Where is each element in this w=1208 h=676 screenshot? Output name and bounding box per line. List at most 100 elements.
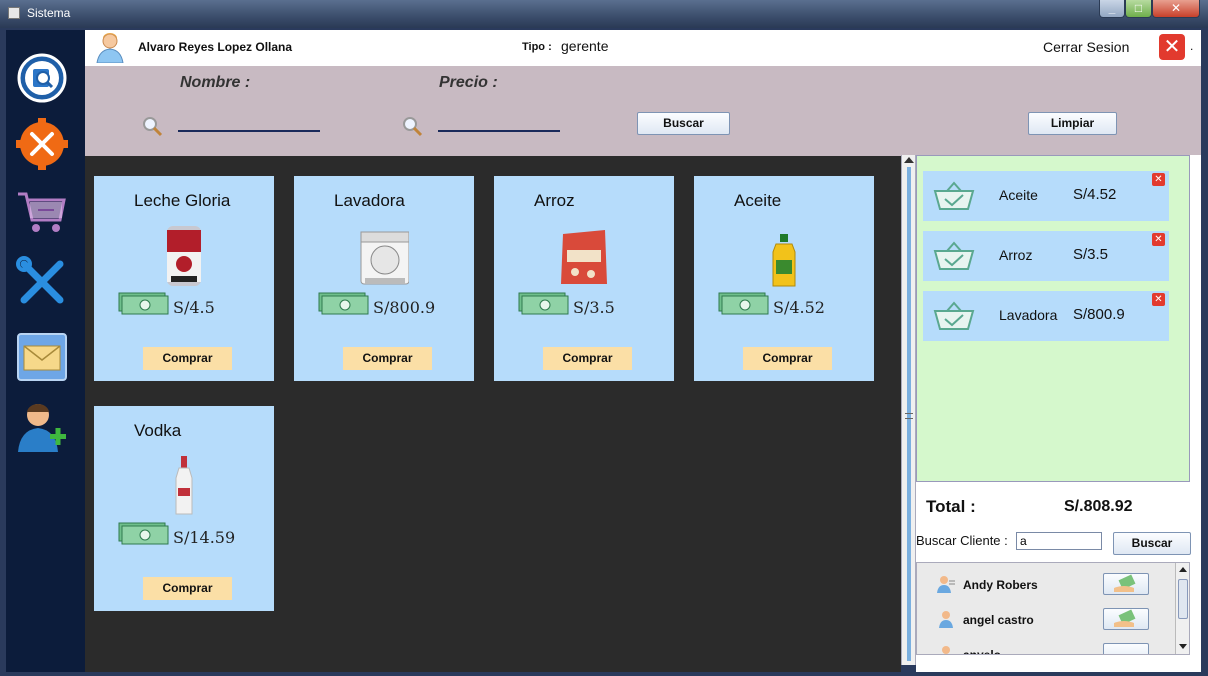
payment-hand-icon — [1114, 609, 1136, 627]
client-list: Andy Robers angel castro anyelo — [916, 562, 1190, 655]
product-price: S/4.5 — [173, 298, 215, 317]
trailing-dot: . — [1190, 39, 1194, 53]
left-nav — [6, 30, 85, 672]
product-name: Lavadora — [334, 191, 405, 210]
money-icon — [718, 292, 769, 315]
select-client-button[interactable] — [1103, 608, 1149, 630]
splitter-scrollbar[interactable] — [901, 155, 916, 665]
select-client-button[interactable] — [1103, 573, 1149, 595]
product-card: Arroz S/3.5 Comprar — [494, 176, 674, 381]
cart-item-name: Arroz — [999, 247, 1033, 263]
minimize-button[interactable]: _ — [1099, 0, 1125, 18]
buy-button[interactable]: Comprar — [143, 347, 232, 370]
money-icon — [118, 522, 169, 545]
user-type-value: gerente — [561, 38, 609, 54]
window-title: Sistema — [27, 6, 71, 20]
user-list-icon — [937, 576, 955, 593]
user-icon — [942, 646, 950, 654]
cart-list: Aceite S/4.52 ✕ Arroz S/3.5 ✕ Lavadora S… — [916, 155, 1190, 482]
name-filter-label: Nombre : — [180, 74, 251, 91]
client-list-scrollbar[interactable] — [1175, 563, 1189, 654]
client-row[interactable]: anyelo — [917, 639, 1175, 655]
cart-item-price: S/4.52 — [1073, 186, 1117, 203]
basket-icon — [933, 241, 975, 270]
user-name: Alvaro Reyes Lopez Ollana — [138, 40, 293, 54]
product-card: Vodka S/14.59 Comprar — [94, 406, 274, 611]
select-client-button[interactable] — [1103, 643, 1149, 654]
mail-envelope-icon[interactable] — [16, 332, 68, 384]
product-filter-bar: Nombre : Precio : Buscar Limpiar — [85, 66, 1201, 156]
product-card: Lavadora S/800.9 Comprar — [294, 176, 474, 381]
product-price: S/3.5 — [573, 298, 615, 317]
price-filter-input[interactable] — [438, 116, 560, 132]
clear-button[interactable]: Limpiar — [1028, 112, 1117, 135]
close-window-button[interactable]: ✕ — [1152, 0, 1200, 18]
scroll-thumb[interactable] — [1178, 579, 1188, 619]
cart-item: Aceite S/4.52 ✕ — [923, 171, 1169, 221]
money-icon — [318, 292, 369, 315]
search-icon — [143, 117, 163, 137]
client-name: angel castro — [963, 613, 1034, 627]
cart-panel: Aceite S/4.52 ✕ Arroz S/3.5 ✕ Lavadora S… — [916, 155, 1201, 672]
minimize-icon: _ — [1108, 1, 1116, 15]
splitter-grip-icon[interactable] — [905, 413, 913, 419]
product-name: Arroz — [534, 191, 575, 210]
cart-item: Arroz S/3.5 ✕ — [923, 231, 1169, 281]
search-document-icon[interactable] — [16, 52, 68, 104]
cart-item-name: Lavadora — [999, 307, 1058, 323]
name-filter-input[interactable] — [178, 116, 320, 132]
tools-settings-icon[interactable] — [16, 118, 68, 170]
scroll-up-arrow-icon[interactable] — [1179, 567, 1187, 572]
remove-item-icon[interactable]: ✕ — [1152, 173, 1165, 186]
window-bottom-border — [0, 672, 1208, 676]
product-card: Aceite S/4.52 Comprar — [694, 176, 874, 381]
product-price: S/4.52 — [773, 298, 825, 317]
buy-button[interactable]: Comprar — [743, 347, 832, 370]
milk-can-image — [167, 226, 201, 286]
wrench-screwdriver-icon[interactable] — [16, 256, 68, 308]
maximize-icon: □ — [1134, 1, 1143, 15]
maximize-button[interactable]: □ — [1125, 0, 1152, 18]
washing-machine-image — [360, 231, 409, 285]
client-name: Andy Robers — [963, 578, 1038, 592]
remove-item-icon[interactable]: ✕ — [1152, 233, 1165, 246]
price-filter-label: Precio : — [439, 74, 498, 91]
client-row[interactable]: angel castro — [917, 604, 1175, 636]
product-card: Leche Gloria S/4.5 Comprar — [94, 176, 274, 381]
client-name: anyelo — [963, 648, 1002, 655]
client-row[interactable]: Andy Robers — [917, 569, 1175, 601]
shopping-cart-icon[interactable] — [16, 186, 68, 238]
buy-button[interactable]: Comprar — [543, 347, 632, 370]
scroll-up-arrow-icon[interactable] — [904, 157, 914, 163]
java-app-icon — [8, 7, 20, 19]
product-name: Vodka — [134, 421, 182, 440]
products-grid: Leche Gloria S/4.5 Comprar Lavadora S/80… — [85, 156, 901, 672]
product-price: S/800.9 — [373, 298, 436, 317]
product-name: Leche Gloria — [134, 191, 231, 210]
client-search-label: Buscar Cliente : — [916, 533, 1008, 548]
remove-item-icon[interactable]: ✕ — [1152, 293, 1165, 306]
product-name: Aceite — [734, 191, 782, 210]
buy-button[interactable]: Comprar — [143, 577, 232, 600]
add-user-icon[interactable] — [16, 400, 68, 452]
logout-close-icon[interactable]: ✕ — [1159, 34, 1185, 60]
product-price: S/14.59 — [173, 528, 236, 547]
cart-item-name: Aceite — [999, 187, 1038, 203]
money-icon — [518, 292, 569, 315]
total-value: S/.808.92 — [1064, 498, 1133, 515]
vodka-bottle-image — [175, 456, 193, 515]
close-icon: ✕ — [1170, 1, 1182, 15]
search-button[interactable]: Buscar — [637, 112, 730, 135]
client-search-button[interactable]: Buscar — [1113, 532, 1191, 555]
cart-item-price: S/800.9 — [1073, 306, 1125, 323]
cart-item-price: S/3.5 — [1073, 246, 1109, 263]
basket-icon — [933, 181, 975, 210]
scroll-down-arrow-icon[interactable] — [1179, 644, 1187, 649]
payment-hand-icon — [1114, 574, 1136, 592]
user-header: Alvaro Reyes Lopez Ollana Tipo : gerente… — [85, 30, 1201, 66]
search-icon — [403, 117, 423, 137]
client-search-input[interactable] — [1016, 532, 1102, 550]
rice-bag-image — [561, 230, 607, 284]
oil-bottle-image — [772, 234, 796, 287]
buy-button[interactable]: Comprar — [343, 347, 432, 370]
